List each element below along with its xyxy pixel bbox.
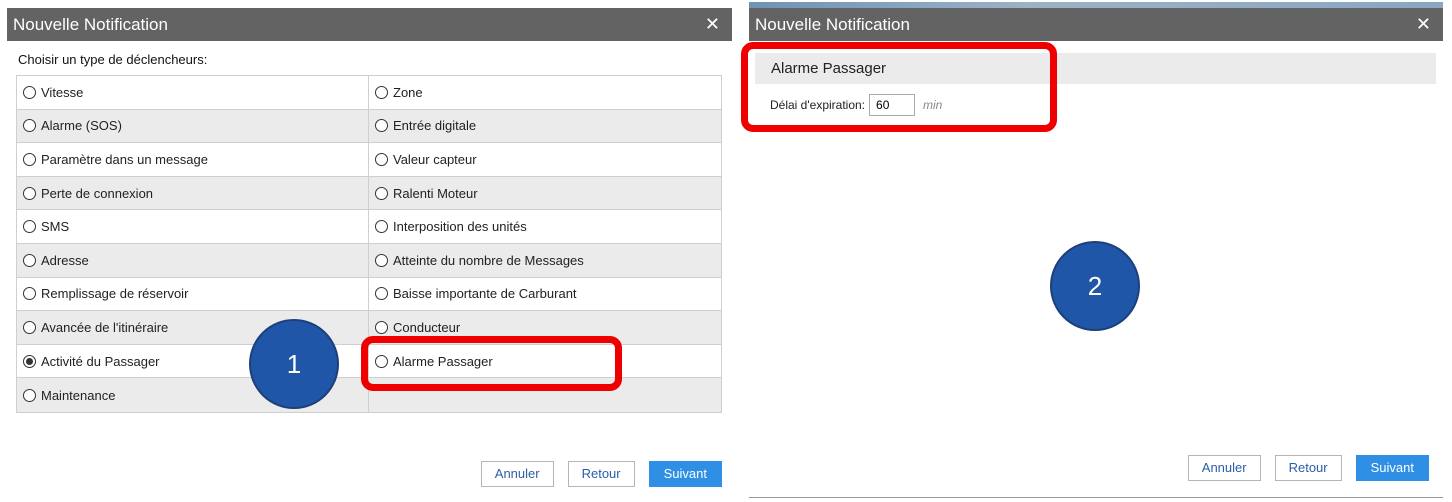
cancel-button[interactable]: Annuler [1187, 455, 1261, 481]
back-button[interactable]: Retour [1274, 455, 1342, 481]
next-button[interactable]: Suivant [1355, 455, 1429, 481]
option-valeur-capteur[interactable]: Valeur capteur [369, 143, 721, 176]
option-entree-digitale[interactable]: Entrée digitale [369, 110, 721, 143]
radio-icon[interactable] [23, 287, 36, 301]
option-remplissage-reservoir[interactable]: Remplissage de réservoir [17, 277, 369, 311]
step-marker-2: 2 [1050, 241, 1140, 331]
cancel-button[interactable]: Annuler [480, 461, 554, 487]
trigger-prompt: Choisir un type de déclencheurs: [18, 52, 208, 67]
radio-icon[interactable] [375, 85, 388, 99]
radio-icon[interactable] [375, 287, 388, 301]
close-icon[interactable]: ✕ [705, 8, 720, 41]
dialog-title: Nouvelle Notification [755, 15, 910, 34]
option-row: Perte de connexion Ralenti Moteur [17, 176, 721, 211]
option-row: Vitesse Zone [17, 76, 721, 110]
radio-icon[interactable] [375, 253, 388, 267]
option-alarme-sos[interactable]: Alarme (SOS) [17, 109, 369, 143]
radio-icon[interactable] [375, 186, 388, 200]
option-row: Alarme (SOS) Entrée digitale [17, 109, 721, 144]
dialog-titlebar: Nouvelle Notification ✕ [7, 8, 732, 41]
radio-icon[interactable] [23, 119, 36, 133]
option-row: Adresse Atteinte du nombre de Messages [17, 243, 721, 278]
option-ralenti-moteur[interactable]: Ralenti Moteur [369, 177, 721, 210]
trigger-type-dialog: Nouvelle Notification ✕ Choisir un type … [7, 8, 732, 498]
radio-icon[interactable] [375, 152, 388, 166]
radio-icon[interactable] [375, 220, 388, 234]
option-row: Paramètre dans un message Valeur capteur [17, 143, 721, 177]
radio-icon[interactable] [375, 119, 388, 133]
radio-icon[interactable] [23, 253, 36, 267]
highlight-alarm-settings [741, 42, 1057, 132]
next-button[interactable]: Suivant [648, 461, 722, 487]
option-nombre-messages[interactable]: Atteinte du nombre de Messages [369, 244, 721, 277]
option-row: SMS Interposition des unités [17, 210, 721, 244]
dialog-title: Nouvelle Notification [13, 15, 168, 34]
radio-icon[interactable] [23, 320, 36, 334]
option-row: Remplissage de réservoir Baisse importan… [17, 277, 721, 312]
step-marker-1: 1 [249, 319, 339, 409]
radio-icon[interactable] [23, 388, 36, 402]
radio-icon[interactable] [23, 186, 36, 200]
dialog-titlebar: Nouvelle Notification ✕ [749, 8, 1443, 41]
option-adresse[interactable]: Adresse [17, 243, 369, 277]
radio-icon[interactable] [23, 85, 36, 99]
highlight-alarme-passager [361, 336, 622, 391]
option-baisse-carburant[interactable]: Baisse importante de Carburant [369, 278, 721, 311]
radio-icon[interactable] [375, 320, 388, 334]
option-vitesse[interactable]: Vitesse [17, 76, 369, 109]
dialog-actions: Annuler Retour Suivant [480, 461, 722, 487]
dialog-actions: Annuler Retour Suivant [1187, 455, 1429, 481]
option-perte-connexion[interactable]: Perte de connexion [17, 176, 369, 210]
radio-icon[interactable] [23, 152, 36, 166]
radio-icon[interactable] [23, 220, 36, 234]
option-sms[interactable]: SMS [17, 210, 369, 243]
option-zone[interactable]: Zone [369, 76, 721, 109]
option-parametre-message[interactable]: Paramètre dans un message [17, 143, 369, 176]
radio-selected-icon[interactable] [23, 354, 36, 368]
back-button[interactable]: Retour [567, 461, 635, 487]
option-interposition-unites[interactable]: Interposition des unités [369, 210, 721, 243]
close-icon[interactable]: ✕ [1416, 8, 1431, 41]
